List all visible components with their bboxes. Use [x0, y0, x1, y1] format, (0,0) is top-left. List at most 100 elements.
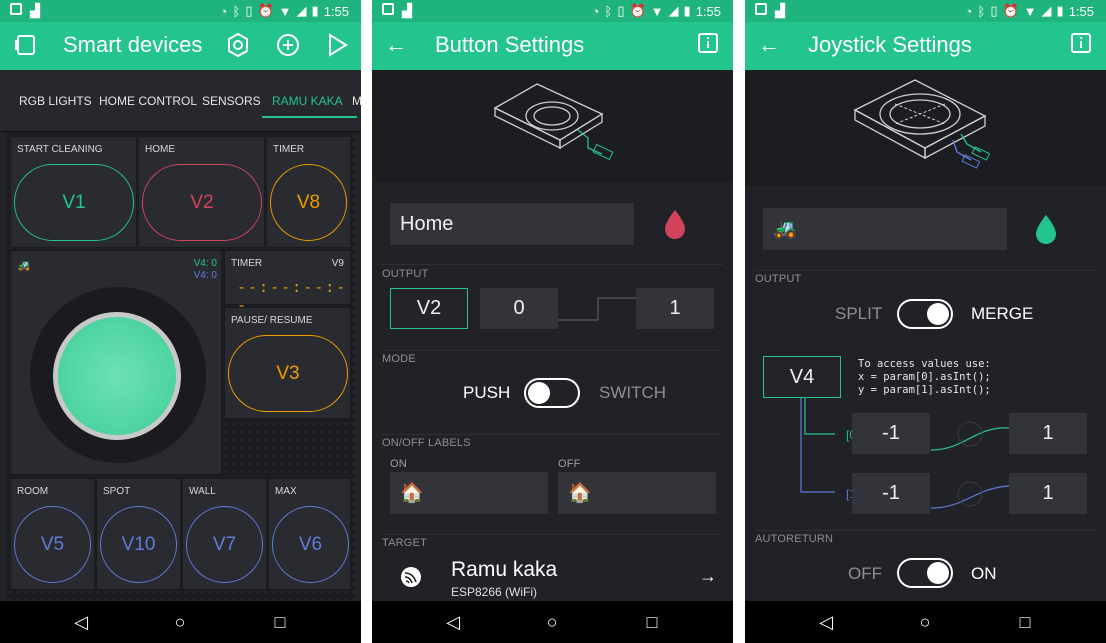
- color-picker-drop-icon[interactable]: [1033, 213, 1059, 250]
- output-section-label: OUTPUT: [382, 268, 429, 280]
- app-bar: ← Joystick Settings: [745, 22, 1106, 70]
- tab-rgb-lights[interactable]: RGB LIGHTS: [19, 94, 92, 108]
- house-emoji-icon: 🏠: [400, 483, 424, 504]
- y-min-input[interactable]: -1: [852, 473, 930, 514]
- on-label: ON: [390, 458, 407, 470]
- play-icon[interactable]: [323, 32, 351, 64]
- autoreturn-toggle[interactable]: [897, 558, 953, 588]
- autoreturn-section-label: AUTORETURN: [755, 533, 834, 545]
- joystick-settings-screen: ▟ ◔ ᛒ ▯ ⏰ ▼ ◢ ▮ 1:55 ← Joystick Settings 🚜 OUTP…: [745, 0, 1106, 643]
- mode-section-label: MODE: [382, 353, 416, 365]
- page-title: Button Settings: [435, 32, 585, 57]
- home-nav-icon[interactable]: ○: [167, 609, 193, 635]
- status-time: 1:55: [323, 3, 349, 19]
- signal-icon: ◢: [668, 3, 679, 18]
- pin-selector[interactable]: V2: [390, 288, 468, 329]
- autoreturn-on-label: ON: [971, 564, 997, 583]
- widget-preview-area: [372, 70, 733, 182]
- divider: [382, 264, 723, 265]
- info-icon[interactable]: [1067, 32, 1095, 60]
- target-arrow-icon[interactable]: →: [699, 566, 717, 587]
- switch-mode-label: SWITCH: [599, 383, 667, 402]
- x-min-input[interactable]: -1: [852, 413, 930, 454]
- pause-resume-button[interactable]: V3: [228, 335, 348, 412]
- page-title: Joystick Settings: [808, 32, 972, 57]
- chart-icon: ▟: [775, 3, 785, 18]
- app-bar: ← Button Settings: [372, 22, 733, 70]
- mode-toggle[interactable]: [524, 378, 580, 408]
- alarm-icon: ⏰: [629, 3, 646, 18]
- target-device-name[interactable]: Ramu kaka: [451, 558, 557, 582]
- start-cleaning-widget: START CLEANING V1: [10, 136, 137, 248]
- active-tab-indicator: [262, 116, 357, 118]
- y-max-input[interactable]: 1: [1009, 473, 1087, 514]
- divider: [755, 270, 1096, 271]
- spot-button[interactable]: V10: [100, 506, 177, 583]
- target-section-label: TARGET: [382, 537, 427, 549]
- code-hint: To access values use: x = param[0].asInt…: [858, 358, 991, 397]
- widget-label: WALL: [189, 486, 216, 497]
- low-value-input[interactable]: 0: [480, 288, 558, 329]
- back-nav-icon[interactable]: ◁: [813, 609, 839, 635]
- wifi-icon: ▼: [1023, 3, 1037, 19]
- home-nav-icon[interactable]: ○: [539, 609, 565, 635]
- battery-icon: ▮: [683, 3, 691, 18]
- timer-pin: V9: [331, 258, 344, 269]
- widget-name-input[interactable]: Home: [390, 203, 634, 245]
- add-widget-icon[interactable]: [274, 32, 302, 64]
- on-label-input[interactable]: 🏠: [390, 472, 548, 514]
- tab-more[interactable]: M: [352, 94, 361, 108]
- tab-sensors[interactable]: SENSORS: [202, 94, 261, 108]
- wall-button[interactable]: V7: [186, 506, 263, 583]
- smart-devices-screen: ▟ ◔ ᛒ ▯ ⏰ ▼ ◢ ▮ 1:55 Smart devices RGB LIGHTS H…: [0, 0, 361, 643]
- widget-label: ROOM: [17, 486, 49, 497]
- sync-icon: ◔: [219, 3, 228, 19]
- pin-selector[interactable]: V4: [763, 356, 841, 398]
- off-label: OFF: [558, 458, 581, 470]
- max-button[interactable]: V6: [272, 506, 349, 583]
- joystick-handle[interactable]: [53, 312, 181, 440]
- back-nav-icon[interactable]: ◁: [68, 609, 94, 635]
- alarm-icon: ⏰: [257, 3, 274, 18]
- color-picker-drop-icon[interactable]: [662, 208, 688, 245]
- joystick-illustration-icon: [853, 79, 991, 169]
- recents-nav-icon[interactable]: □: [1012, 609, 1038, 635]
- start-cleaning-button[interactable]: V1: [14, 164, 134, 241]
- battery-icon: ▮: [1056, 3, 1064, 18]
- tab-bar: RGB LIGHTS HOME CONTROL SENSORS RAMU KAK…: [0, 70, 361, 132]
- home-button[interactable]: V2: [142, 164, 262, 241]
- home-nav-icon[interactable]: ○: [912, 609, 938, 635]
- battery-icon: ▮: [311, 3, 319, 18]
- back-nav-icon[interactable]: ◁: [440, 609, 466, 635]
- recents-nav-icon[interactable]: □: [639, 609, 665, 635]
- status-time: 1:55: [1068, 3, 1094, 19]
- widget-label: TIMER: [231, 258, 263, 269]
- max-widget: MAX V6: [268, 478, 351, 590]
- tab-ramu-kaka[interactable]: RAMU KAKA: [272, 94, 343, 108]
- widget-name-input[interactable]: 🚜: [763, 208, 1007, 250]
- house-emoji-icon: 🏠: [568, 483, 592, 504]
- page-title: Smart devices: [63, 32, 203, 57]
- divider: [382, 534, 723, 535]
- signal-icon: ◢: [1041, 3, 1052, 18]
- joystick-tractor-icon: 🚜: [17, 260, 31, 272]
- back-arrow-icon[interactable]: ←: [382, 32, 410, 58]
- split-merge-toggle[interactable]: [897, 299, 953, 329]
- off-label-input[interactable]: 🏠: [558, 472, 716, 514]
- info-icon[interactable]: [694, 32, 722, 60]
- device-menu-icon[interactable]: [12, 32, 40, 64]
- back-arrow-icon[interactable]: ←: [755, 32, 783, 58]
- x-max-input[interactable]: 1: [1009, 413, 1087, 454]
- room-button[interactable]: V5: [14, 506, 91, 583]
- timer-top-button[interactable]: V8: [270, 164, 347, 241]
- vibrate-icon: ▯: [990, 3, 998, 18]
- status-time: 1:55: [695, 3, 721, 19]
- toggle-knob: [528, 382, 550, 404]
- code-line: To access values use:: [858, 358, 991, 370]
- high-value-input[interactable]: 1: [636, 288, 714, 329]
- tab-home-control[interactable]: HOME CONTROL: [99, 94, 197, 108]
- recents-nav-icon[interactable]: □: [267, 609, 293, 635]
- system-nav-bar: ◁ ○ □: [0, 601, 361, 643]
- settings-hex-icon[interactable]: [224, 32, 252, 64]
- bluetooth-icon: ᛒ: [977, 3, 986, 19]
